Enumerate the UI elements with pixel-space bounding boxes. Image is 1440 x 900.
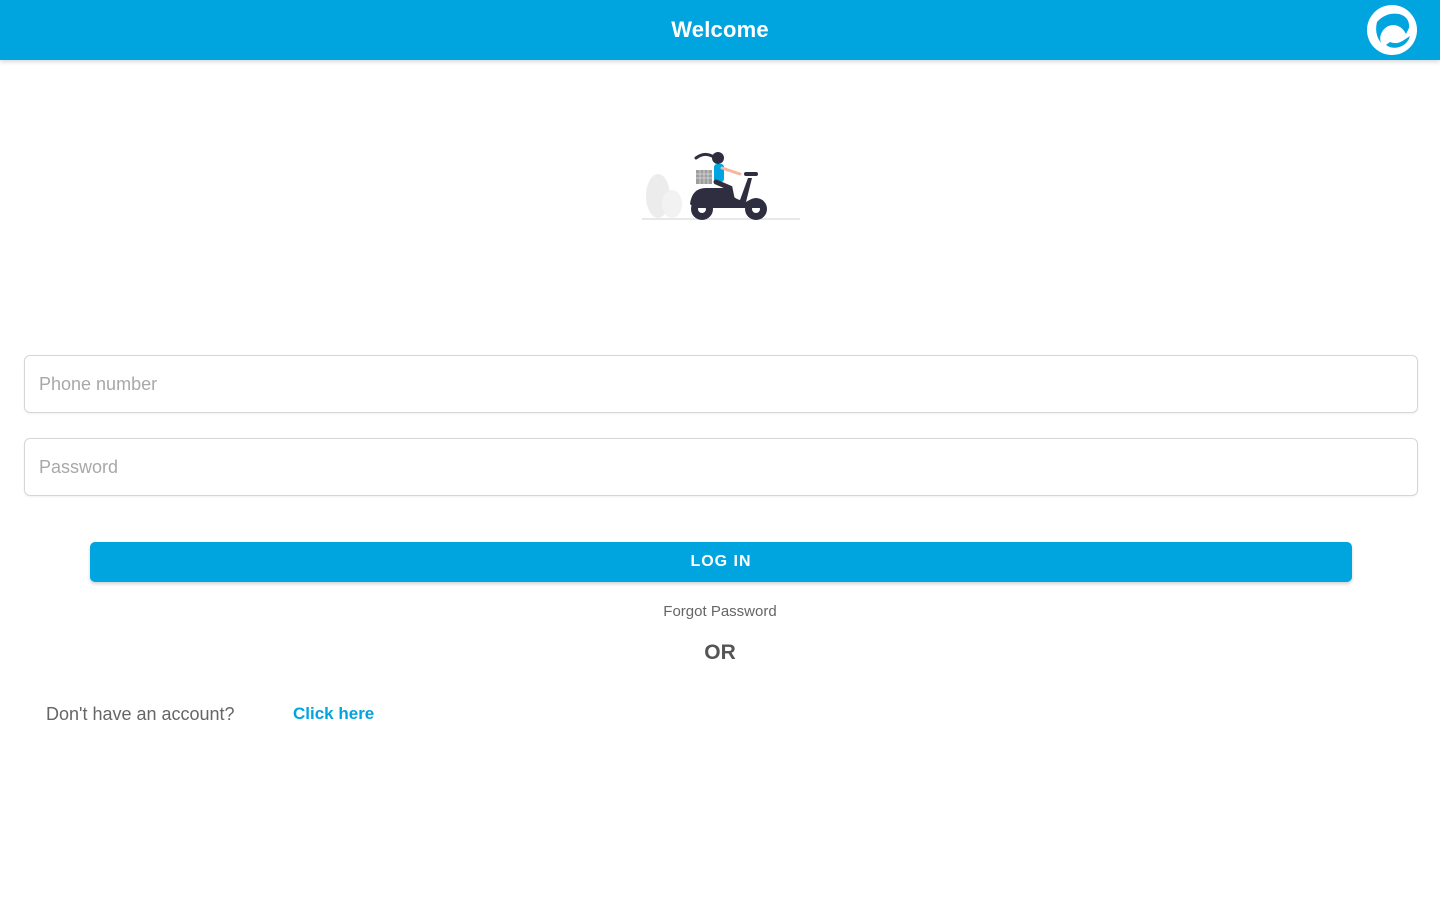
top-app-bar: Welcome P bbox=[0, 0, 1440, 60]
login-screen: Welcome P LOG IN bbox=[0, 0, 1440, 900]
phone-number-field[interactable] bbox=[24, 355, 1418, 413]
p-logo-icon[interactable]: P bbox=[1366, 4, 1418, 56]
phone-number-input[interactable] bbox=[25, 356, 1417, 412]
password-input[interactable] bbox=[25, 439, 1417, 495]
password-field[interactable] bbox=[24, 438, 1418, 496]
or-divider-label: OR bbox=[704, 641, 736, 664]
log-in-button[interactable]: LOG IN bbox=[90, 542, 1352, 582]
forgot-password-link[interactable]: Forgot Password bbox=[0, 603, 1440, 620]
page-title: Welcome bbox=[671, 17, 769, 42]
scooter-rider-illustration bbox=[642, 152, 800, 220]
signup-prompt: Don't have an account? bbox=[46, 704, 235, 724]
signup-link[interactable]: Click here bbox=[293, 704, 374, 724]
logo-letter: P bbox=[1387, 24, 1398, 41]
